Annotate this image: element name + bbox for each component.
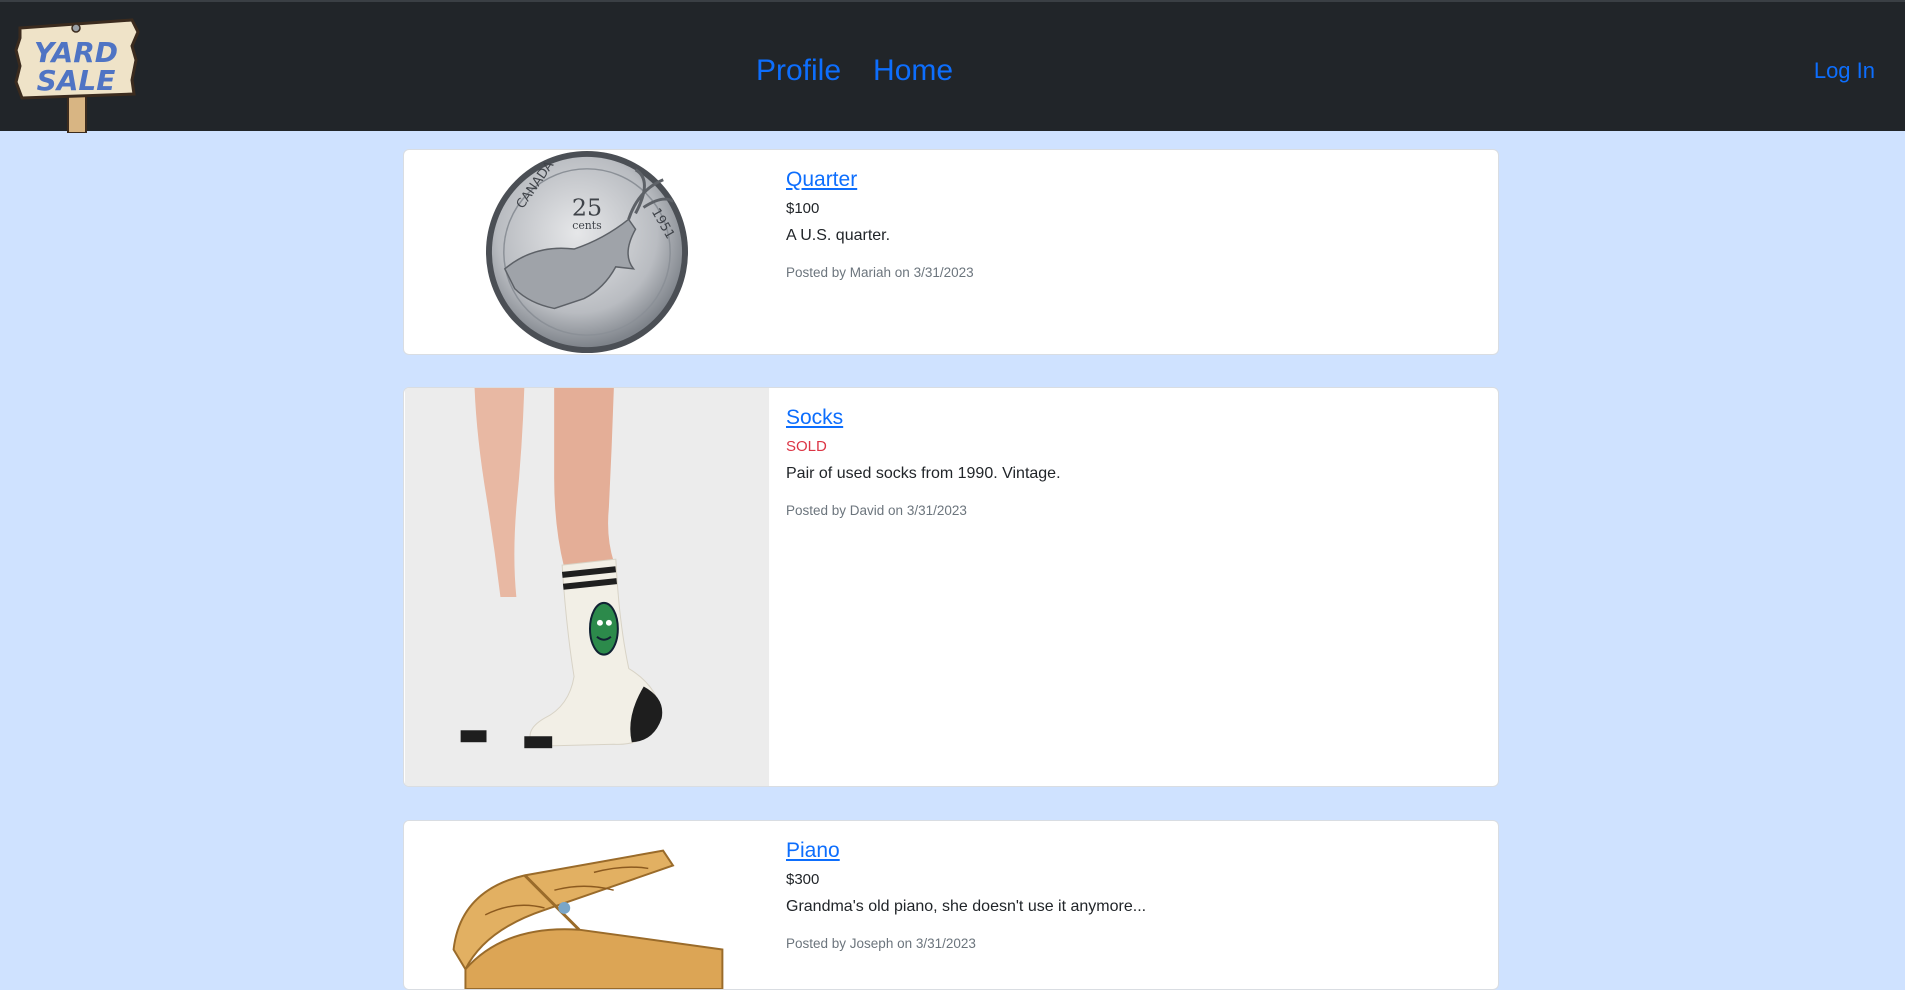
listing-card: Piano $300 Grandma's old piano, she does… — [403, 820, 1499, 990]
svg-text:cents: cents — [572, 219, 602, 232]
listing-title[interactable]: Socks — [786, 406, 1061, 430]
listing-price: $300 — [786, 871, 820, 888]
listing-body: Socks SOLD Pair of used socks from 1990.… — [786, 402, 1061, 518]
main-nav: Profile Home — [756, 54, 953, 88]
sold-badge: SOLD — [786, 438, 827, 455]
listing-body: Quarter $100 A U.S. quarter. Posted by M… — [786, 164, 974, 280]
quarter-image: 25 cents CANADA 1951 — [485, 150, 689, 354]
navbar: YARD SALE Profile Home Log In — [0, 0, 1905, 133]
svg-text:SALE: SALE — [37, 64, 116, 97]
listing-card: Socks SOLD Pair of used socks from 1990.… — [403, 387, 1499, 787]
listing-card: 25 cents CANADA 1951 Quarter $100 A U.S.… — [403, 149, 1499, 355]
yard-sale-logo[interactable]: YARD SALE — [14, 10, 144, 133]
listing-price: $100 — [786, 200, 820, 217]
svg-text:25: 25 — [572, 193, 602, 221]
nav-home[interactable]: Home — [873, 54, 953, 88]
listing-description: A U.S. quarter. — [786, 227, 891, 244]
listing-posted: Posted by Joseph on 3/31/2023 — [786, 936, 976, 951]
socks-image — [404, 388, 770, 786]
listing-title[interactable]: Quarter — [786, 168, 974, 192]
nav-profile[interactable]: Profile — [756, 54, 841, 88]
listing-body: Piano $300 Grandma's old piano, she does… — [786, 835, 1146, 951]
listing-title[interactable]: Piano — [786, 839, 1146, 863]
piano-image — [406, 821, 768, 989]
listing-description: Pair of used socks from 1990. Vintage. — [786, 465, 1061, 482]
login-link[interactable]: Log In — [1814, 58, 1875, 84]
listing-posted: Posted by Mariah on 3/31/2023 — [786, 265, 974, 280]
listing-description: Grandma's old piano, she doesn't use it … — [786, 898, 1147, 915]
listing-posted: Posted by David on 3/31/2023 — [786, 503, 967, 518]
